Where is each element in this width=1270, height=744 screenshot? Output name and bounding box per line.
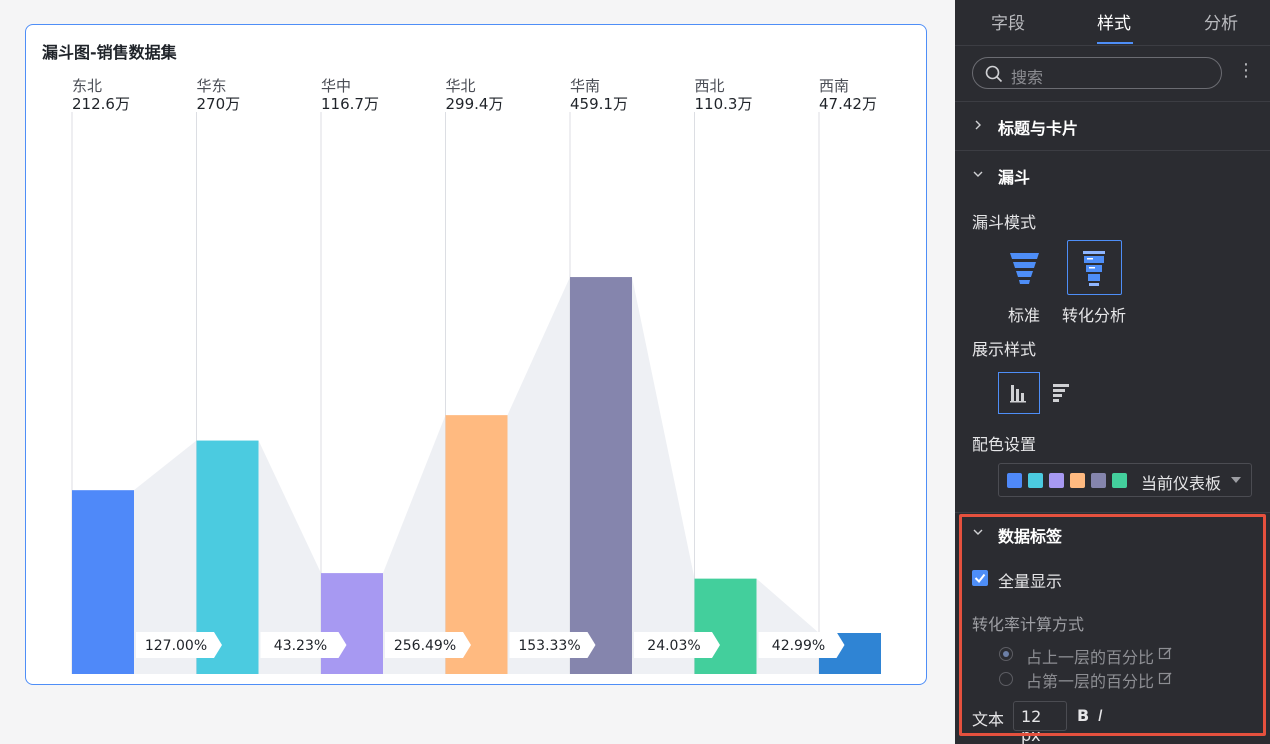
palette-swatch — [1007, 473, 1022, 488]
dropdown-caret-icon — [1231, 477, 1241, 483]
active-tab-indicator — [1097, 42, 1133, 44]
vertical-bar-style-button[interactable] — [998, 372, 1040, 414]
category-label: 西北 — [695, 77, 725, 95]
funnel-mode-label: 漏斗模式 — [972, 213, 1037, 232]
value-label: 47.42万 — [819, 95, 877, 113]
value-label: 212.6万 — [72, 95, 130, 113]
chevron-right-icon[interactable] — [973, 120, 983, 130]
value-label: 116.7万 — [321, 95, 379, 113]
bar-华中 — [321, 573, 383, 674]
value-label: 270万 — [197, 95, 241, 113]
palette-swatch — [1028, 473, 1043, 488]
horizontal-bar-style-button[interactable] — [1041, 372, 1083, 414]
divider — [955, 101, 1270, 102]
chevron-down-icon[interactable] — [973, 169, 983, 179]
horizontal-bars-icon — [1053, 384, 1069, 402]
standard-funnel-icon — [1010, 253, 1039, 284]
chart-card: 漏斗图-销售数据集 东北 212.6万 华东 270万 华中 116.7万 华北 299.4万… — [25, 24, 927, 685]
conversion-rate-label: 24.03% — [647, 638, 700, 654]
vertical-bars-icon — [1010, 385, 1026, 403]
value-label: 110.3万 — [695, 95, 753, 113]
palette-select[interactable]: 当前仪表板 — [998, 463, 1252, 497]
bar-东北 — [72, 490, 134, 674]
conversion-rate-label: 42.99% — [772, 638, 825, 654]
panel-tabs: 字段 样式 分析 — [955, 0, 1270, 46]
value-label: 459.1万 — [570, 95, 628, 113]
conversion-rate-label: 43.23% — [274, 638, 327, 654]
more-options-icon[interactable]: ⋮ — [1237, 62, 1255, 80]
palette-name: 当前仪表板 — [1141, 474, 1222, 493]
funnel-connector — [756, 578, 819, 674]
bar-华南 — [570, 277, 632, 674]
highlight-box — [959, 514, 1266, 736]
search-placeholder: 搜索 — [1011, 68, 1044, 87]
category-label: 华中 — [321, 77, 351, 95]
tab-analysis[interactable]: 分析 — [1204, 9, 1238, 34]
divider — [955, 150, 1270, 151]
conversion-rate-label: 153.33% — [518, 638, 580, 654]
palette-swatch — [1049, 473, 1064, 488]
category-label: 西南 — [819, 77, 849, 95]
funnel-connector — [632, 277, 695, 674]
color-setting-label: 配色设置 — [972, 435, 1037, 454]
category-label: 华东 — [197, 77, 227, 95]
search-icon — [985, 65, 1003, 83]
divider — [955, 512, 1270, 513]
section-title-card[interactable]: 标题与卡片 — [998, 115, 1078, 139]
category-label: 华北 — [446, 77, 476, 95]
palette-swatch — [1112, 473, 1127, 488]
section-funnel[interactable]: 漏斗 — [998, 164, 1030, 188]
bar-西北 — [694, 578, 757, 674]
tab-fields[interactable]: 字段 — [991, 9, 1025, 34]
display-style-label: 展示样式 — [972, 340, 1037, 359]
funnel-mode-conversion[interactable] — [1067, 240, 1122, 295]
value-label: 299.4万 — [446, 95, 504, 113]
funnel-mode-standard[interactable] — [997, 240, 1052, 295]
category-label: 华南 — [570, 77, 600, 95]
conversion-funnel-icon — [1083, 251, 1105, 286]
tab-style[interactable]: 样式 — [1097, 9, 1131, 34]
palette-swatch — [1091, 473, 1106, 488]
search-input[interactable]: 搜索 — [972, 57, 1222, 89]
conversion-rate-label: 127.00% — [145, 638, 207, 654]
category-label: 东北 — [72, 77, 102, 95]
funnel-connector — [507, 277, 570, 674]
funnel-mode-standard-label: 标准 — [1008, 306, 1041, 325]
palette-swatch — [1070, 473, 1085, 488]
funnel-chart: 东北212.6万 华东270万 华中116.7万 华北299.4万 华南459.1万 西北… — [71, 77, 881, 674]
funnel-mode-conversion-label: 转化分析 — [1062, 306, 1127, 325]
conversion-rate-label: 256.49% — [394, 638, 456, 654]
